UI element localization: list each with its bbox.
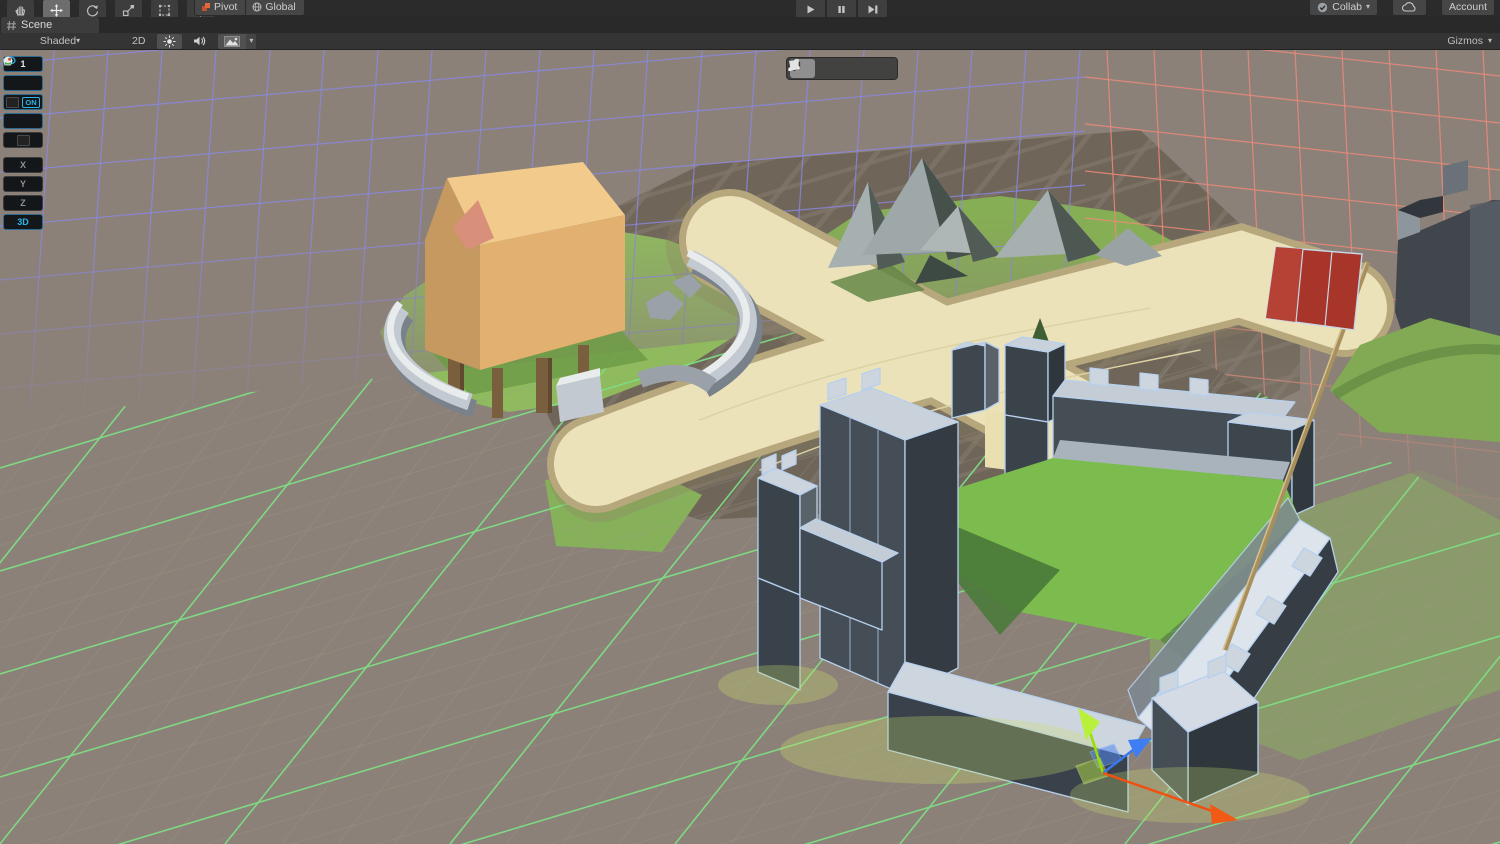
effects-caret: ▾ [249,37,253,45]
cloud-icon [1402,2,1417,12]
probuilder-mode-toolbar [786,57,898,80]
probuilder-face-mode-button[interactable] [869,59,894,78]
effects-dropdown-group: ▾ [218,34,256,49]
gizmos-caret: ▾ [1488,37,1492,45]
global-label: Global [265,1,295,13]
progrids-x-axis-button[interactable]: X [3,157,43,173]
2d-toggle[interactable]: 2D [126,34,151,49]
y-label: Y [20,179,26,189]
pivot-label: Pivot [214,1,237,13]
progrids-3d-toggle-button[interactable]: 3D [3,214,43,230]
collab-caret: ▾ [1366,3,1370,11]
progrids-visibility-button[interactable] [3,75,43,91]
3d-label: 3D [17,217,29,227]
2d-label: 2D [132,35,145,47]
pause-button[interactable] [826,0,857,18]
sun-icon [163,35,176,48]
scene-tab-icon [6,20,17,31]
progrids-snap-enabled-button[interactable]: ON [3,94,43,110]
step-button[interactable] [857,0,888,18]
rect-tool-button[interactable] [150,0,179,18]
effects-caret-button[interactable]: ▾ [246,34,256,49]
collab-dropdown[interactable]: Collab ▾ [1309,0,1378,16]
probuilder-vertex-mode-button[interactable] [816,59,841,78]
speaker-icon [193,35,206,47]
shading-caret: ▾ [76,37,80,45]
main-toolbar: Pivot Global [0,0,1500,18]
account-dropdown[interactable]: Account [1441,0,1495,16]
progrids-z-axis-button[interactable]: Z [3,195,43,211]
pivot-icon [201,2,211,12]
lighting-toggle[interactable] [157,34,182,49]
hand-tool-button[interactable] [6,0,35,18]
pivot-toggle[interactable]: Pivot [194,0,246,16]
playmode-controls [795,0,888,17]
play-button[interactable] [795,0,826,18]
pause-icon [836,4,847,15]
globe-orb-icon [3,56,13,66]
rotate-icon [86,4,99,17]
progrids-push-to-grid-button[interactable] [3,113,43,129]
toolbar-right-cluster: Collab ▾ Account [1309,0,1495,16]
account-label: Account [1449,1,1487,13]
audio-toggle[interactable] [187,34,212,49]
move-tool-button[interactable] [42,0,71,18]
cloud-button[interactable] [1392,0,1427,16]
step-icon [867,4,879,15]
progrids-overlay: 1 ON [3,56,43,233]
scene-tab-label: Scene [21,19,52,31]
tab-scene[interactable]: Scene [1,17,99,33]
snap-box-icon [6,97,19,108]
scale-icon [122,4,135,17]
on-badge: ON [22,97,39,108]
pivot-global-group: Pivot Global [194,0,305,16]
face-mode-icon [787,58,801,72]
shading-mode-label: Shaded [40,35,76,47]
lock-box-icon [17,135,30,146]
z-label: Z [20,198,26,208]
effects-image-icon [224,36,240,47]
rotate-tool-button[interactable] [78,0,107,18]
effects-toggle[interactable] [218,34,246,49]
scale-tool-button[interactable] [114,0,143,18]
scene-view-toolbar: Shaded ▾ 2D ▾ Gizmos ▾ [0,33,1500,50]
rect-icon [158,4,171,17]
tab-bar: Scene [0,17,1500,33]
x-label: X [20,160,26,170]
move-icon [50,4,63,17]
globe-icon [252,2,262,12]
scene-viewport[interactable]: 1 ON [0,50,1500,844]
shading-mode-dropdown[interactable]: Shaded ▾ [0,34,120,49]
progrids-lock-button[interactable] [3,132,43,148]
progrids-y-axis-button[interactable]: Y [3,176,43,192]
play-icon [805,4,816,15]
scene-3d-canvas[interactable] [0,50,1500,844]
snap-value: 1 [20,59,25,69]
gizmos-label: Gizmos [1447,35,1483,47]
collab-check-icon [1317,2,1328,13]
probuilder-edge-mode-button[interactable] [843,59,868,78]
transform-tools [6,0,215,17]
global-toggle[interactable]: Global [246,0,304,16]
collab-label: Collab [1332,1,1362,13]
hand-icon [14,4,27,17]
gizmos-dropdown[interactable]: Gizmos ▾ [1447,35,1492,47]
